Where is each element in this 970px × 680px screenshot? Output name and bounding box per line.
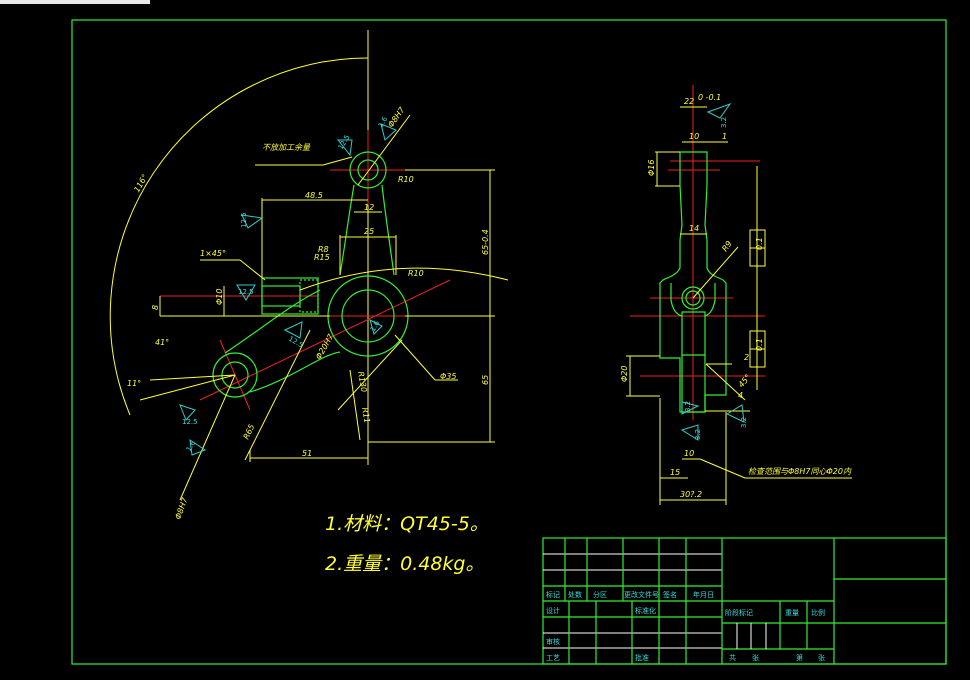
cad-drawing[interactable]: 不放加工余量 1×45° 116° 48.5 12 25 R10 R10 R8 … (0, 0, 970, 680)
tb-review: 审核 (546, 637, 560, 646)
tb-change-doc: 更改文件号 (624, 590, 659, 599)
tb-standardize: 标准化 (635, 606, 656, 615)
tb-scale: 比例 (811, 608, 825, 617)
dim-r15: R15 (314, 253, 330, 262)
side-view: 22 0 -0.1 10 1 Φ16 14 R9 0.1 0.1 Φ20 2 4… (620, 85, 852, 505)
dim-phi35: Φ35 (440, 372, 456, 381)
dim-51: 51 (302, 449, 312, 458)
tb-approve: 批准 (635, 653, 649, 662)
dim-8: 8 (151, 305, 160, 310)
tb-weight: 重量 (785, 609, 799, 617)
dim-r10-mid: R10 (408, 269, 424, 278)
roughness-label: 12.5 (238, 288, 254, 296)
dim-1: 1 (722, 132, 727, 141)
dim-phi16: Φ16 (647, 160, 656, 176)
roughness-label: 3.2 (740, 417, 748, 428)
roughness-label: 3.2 (694, 429, 702, 440)
callout-concentric: 检查范围与Φ8H7同心Φ20内 (748, 467, 852, 476)
tb-design: 设计 (546, 606, 560, 615)
tb-sheets2: 张 (818, 653, 825, 662)
dim-height-tol: 65-0.4 (481, 229, 490, 255)
dim-10: 10 (689, 132, 699, 141)
tb-total: 共 (729, 653, 736, 662)
dim-25: 25 (364, 227, 374, 236)
tb-zone: 分区 (593, 590, 607, 599)
dim-r130: R130 (356, 371, 368, 393)
dim-phi8-lower: Φ8H7 (173, 496, 189, 521)
dim-12: 12 (364, 203, 374, 212)
dim-14: 14 (689, 224, 699, 233)
roughness-label: 12.5 (240, 212, 248, 228)
dim-phi20: Φ20 (620, 366, 629, 382)
dim-15: 15 (670, 468, 680, 477)
tb-sheet-no: 第 (796, 653, 803, 662)
dim-r10-top: R10 (398, 175, 414, 184)
title-block: 标记 处数 分区 更改文件号 签名 年月日 设计 标准化 审核 工艺 批准 阶段… (542, 537, 947, 665)
roughness-label: 12.5 (337, 133, 352, 151)
dim-r9: R9 (720, 239, 733, 253)
tb-mark: 标记 (546, 590, 560, 599)
roughness-label: 3.2 (720, 117, 728, 128)
dim-48-5: 48.5 (305, 191, 323, 200)
dim-2: 2 (744, 353, 749, 362)
tolerance-frame-2: 0.1 (755, 338, 764, 351)
dim-65: 65 (481, 375, 490, 385)
roughness-label: 1.6 (185, 439, 198, 453)
dim-4: 4 (738, 391, 743, 400)
note-weight: 2.重量：0.48kg。 (325, 553, 485, 575)
dim-22: 22 (684, 97, 694, 106)
dim-r65: R65 (242, 423, 257, 441)
dim-10b: 10 (684, 449, 694, 458)
tb-signature: 签名 (663, 590, 677, 599)
note-material: 1.材料：QT45-5。 (325, 513, 489, 535)
dim-45: 45° (737, 373, 753, 390)
dim-41: 41° (155, 338, 169, 347)
tb-stage-mark: 阶段标记 (725, 608, 753, 617)
dim-phi10: Φ10 (215, 289, 224, 305)
tb-date: 年月日 (693, 590, 714, 599)
tb-sheets: 张 (752, 653, 759, 662)
dim-22-tol: 0 -0.1 (698, 93, 721, 102)
tb-process: 工艺 (546, 654, 560, 662)
dim-phi8: Φ8H7 (386, 105, 407, 129)
dim-30: 30?.2 (680, 490, 702, 499)
tb-count: 处数 (568, 590, 582, 599)
tolerance-frame-1: 0.1 (755, 237, 764, 250)
roughness-label: 12.5 (182, 418, 198, 426)
dim-r11: R11 (360, 407, 372, 424)
front-view: 不放加工余量 1×45° 116° 48.5 12 25 R10 R10 R8 … (109, 30, 509, 521)
callout-no-allowance: 不放加工余量 (262, 143, 311, 152)
callout-chamfer: 1×45° (200, 249, 226, 258)
drawing-border (71, 19, 947, 665)
dim-11: 11° (127, 379, 141, 388)
roughness-label: 3.2 (684, 401, 692, 412)
